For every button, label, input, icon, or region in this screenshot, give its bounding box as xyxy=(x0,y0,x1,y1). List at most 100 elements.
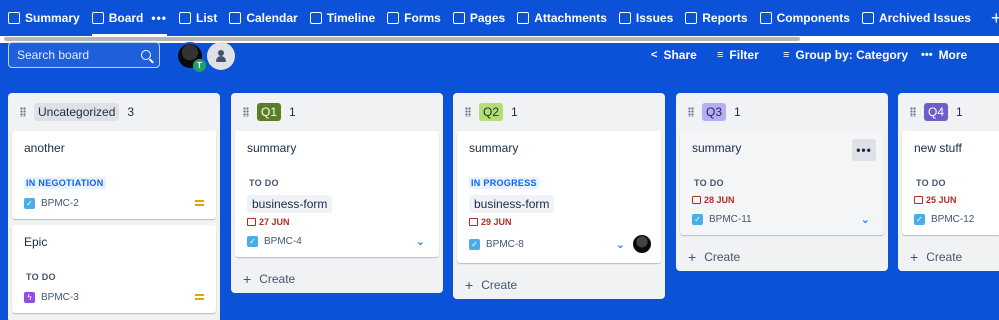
task-type-icon: ✓ xyxy=(24,197,35,209)
priority-low-icon: ⌄ xyxy=(860,213,870,226)
search-board[interactable] xyxy=(8,42,160,68)
project-nav: Summary Board ••• List Calendar Timeline … xyxy=(0,0,999,36)
tab-pages[interactable]: Pages xyxy=(452,0,505,36)
create-button[interactable]: + Create xyxy=(231,263,443,295)
issue-key[interactable]: BPMC-3 xyxy=(41,292,79,303)
tab-summary[interactable]: Summary xyxy=(8,0,80,36)
card-more-button[interactable]: ••• xyxy=(852,139,876,161)
column-count: 3 xyxy=(127,105,135,119)
create-button[interactable]: + Create xyxy=(676,241,888,273)
create-button[interactable]: + Create xyxy=(898,241,999,273)
card-title: summary xyxy=(469,141,519,155)
share-button[interactable]: < Share xyxy=(651,46,697,64)
issue-key[interactable]: BPMC-2 xyxy=(41,198,79,209)
add-tab-icon[interactable]: + xyxy=(991,8,999,29)
card-footer: ✓ BPMC-2 xyxy=(24,195,206,211)
column-header[interactable]: Q2 1 xyxy=(453,93,665,131)
column-header[interactable]: Q3 1 xyxy=(676,93,888,131)
more-icon: ••• xyxy=(921,49,933,61)
tab-timeline[interactable]: Timeline xyxy=(309,0,375,36)
issue-card[interactable]: another IN NEGOTIATION ✓ BPMC-2 xyxy=(12,131,216,219)
group-icon: ≡ xyxy=(783,49,790,61)
column-header[interactable]: Q1 1 xyxy=(231,93,443,131)
timeline-icon xyxy=(309,12,322,24)
card-footer: ✓ BPMC-12 xyxy=(914,211,989,227)
component-chip: business-form xyxy=(247,195,333,213)
issue-card[interactable]: new stuff TO DO 25 JUN ✓ BPMC-12 xyxy=(902,131,999,235)
column-q3: Q3 1 summary ••• TO DO 28 JUN ✓ BPMC-11 … xyxy=(676,93,888,271)
issue-card[interactable]: summary ••• TO DO 28 JUN ✓ BPMC-11 ⌄ xyxy=(680,131,884,235)
share-icon: < xyxy=(651,49,658,61)
card-footer: ✓ BPMC-11 ⌄ xyxy=(692,211,874,227)
drag-handle-icon[interactable] xyxy=(688,107,694,117)
add-people-button[interactable] xyxy=(207,42,235,70)
due-date: 28 JUN xyxy=(692,195,874,205)
task-type-icon: ✓ xyxy=(914,213,925,225)
card-title: summary xyxy=(692,141,742,155)
issues-icon xyxy=(618,12,631,24)
status-badge: TO DO xyxy=(694,178,724,188)
drag-handle-icon[interactable] xyxy=(20,107,26,117)
priority-low-icon: ⌄ xyxy=(615,238,625,251)
issue-key[interactable]: BPMC-8 xyxy=(486,239,524,250)
due-date: 29 JUN xyxy=(469,217,651,227)
card-title: another xyxy=(24,141,65,155)
drag-handle-icon[interactable] xyxy=(465,107,471,117)
calendar-icon xyxy=(229,12,242,24)
drag-handle-icon[interactable] xyxy=(910,107,916,117)
tab-forms[interactable]: Forms xyxy=(387,0,441,36)
issue-card[interactable]: Epic TO DO ϟ BPMC-3 xyxy=(12,225,216,313)
search-input[interactable] xyxy=(17,48,137,62)
card-footer: ✓ BPMC-8 ⌄ xyxy=(469,233,651,255)
column-label: Q3 xyxy=(702,103,727,121)
tab-list[interactable]: List xyxy=(178,0,217,36)
tab-reports[interactable]: Reports xyxy=(685,0,748,36)
list-icon xyxy=(178,12,191,24)
components-icon xyxy=(759,12,772,24)
component-chip: business-form xyxy=(469,195,555,213)
priority-medium-icon xyxy=(195,294,204,300)
issue-card[interactable]: summary TO DO business-form 27 JUN ✓ BPM… xyxy=(235,131,439,257)
due-date: 27 JUN xyxy=(247,217,429,227)
avatar[interactable]: T xyxy=(176,42,206,72)
tab-issues[interactable]: Issues xyxy=(618,0,673,36)
status-badge: TO DO xyxy=(916,178,946,188)
column-q1: Q1 1 summary TO DO business-form 27 JUN … xyxy=(231,93,443,293)
priority-low-icon: ⌄ xyxy=(415,235,425,248)
column-uncategorized: Uncategorized 3 another IN NEGOTIATION ✓… xyxy=(8,93,220,320)
task-type-icon: ✓ xyxy=(469,238,480,250)
card-title: new stuff xyxy=(914,141,962,155)
plus-icon: + xyxy=(910,249,919,265)
drag-handle-icon[interactable] xyxy=(243,107,249,117)
status-badge: TO DO xyxy=(249,178,279,188)
filter-button[interactable]: ≡ Filter xyxy=(717,46,759,64)
scrollbar-thumb[interactable] xyxy=(4,37,800,41)
card-title: summary xyxy=(247,141,297,155)
summary-icon xyxy=(8,12,20,24)
add-person-icon xyxy=(215,50,227,62)
status-badge: TO DO xyxy=(26,272,56,282)
avatar-badge: T xyxy=(193,59,206,72)
issue-key[interactable]: BPMC-4 xyxy=(264,236,302,247)
card-footer: ϟ BPMC-3 xyxy=(24,289,206,305)
issue-key[interactable]: BPMC-11 xyxy=(709,214,752,225)
calendar-icon xyxy=(469,218,478,226)
tab-calendar[interactable]: Calendar xyxy=(229,0,298,36)
reports-icon xyxy=(685,12,698,24)
pages-icon xyxy=(452,12,465,24)
group-by-button[interactable]: ≡ Group by: Category xyxy=(783,46,908,64)
column-header[interactable]: Q4 1 xyxy=(898,93,999,131)
board-more-icon[interactable]: ••• xyxy=(151,11,167,25)
issue-key[interactable]: BPMC-12 xyxy=(931,214,974,225)
tab-attachments[interactable]: Attachments xyxy=(517,0,607,36)
column-label: Q2 xyxy=(479,103,504,121)
tab-board[interactable]: Board ••• xyxy=(91,0,168,36)
create-button[interactable]: + Create xyxy=(453,269,665,301)
tab-components[interactable]: Components xyxy=(759,0,850,36)
more-button[interactable]: ••• More xyxy=(921,46,967,64)
tab-archived-issues[interactable]: Archived Issues xyxy=(861,0,971,36)
issue-card[interactable]: summary IN PROGRESS business-form 29 JUN… xyxy=(457,131,661,263)
column-header[interactable]: Uncategorized 3 xyxy=(8,93,220,131)
forms-icon xyxy=(387,12,400,24)
assignee-avatar[interactable] xyxy=(633,235,651,253)
